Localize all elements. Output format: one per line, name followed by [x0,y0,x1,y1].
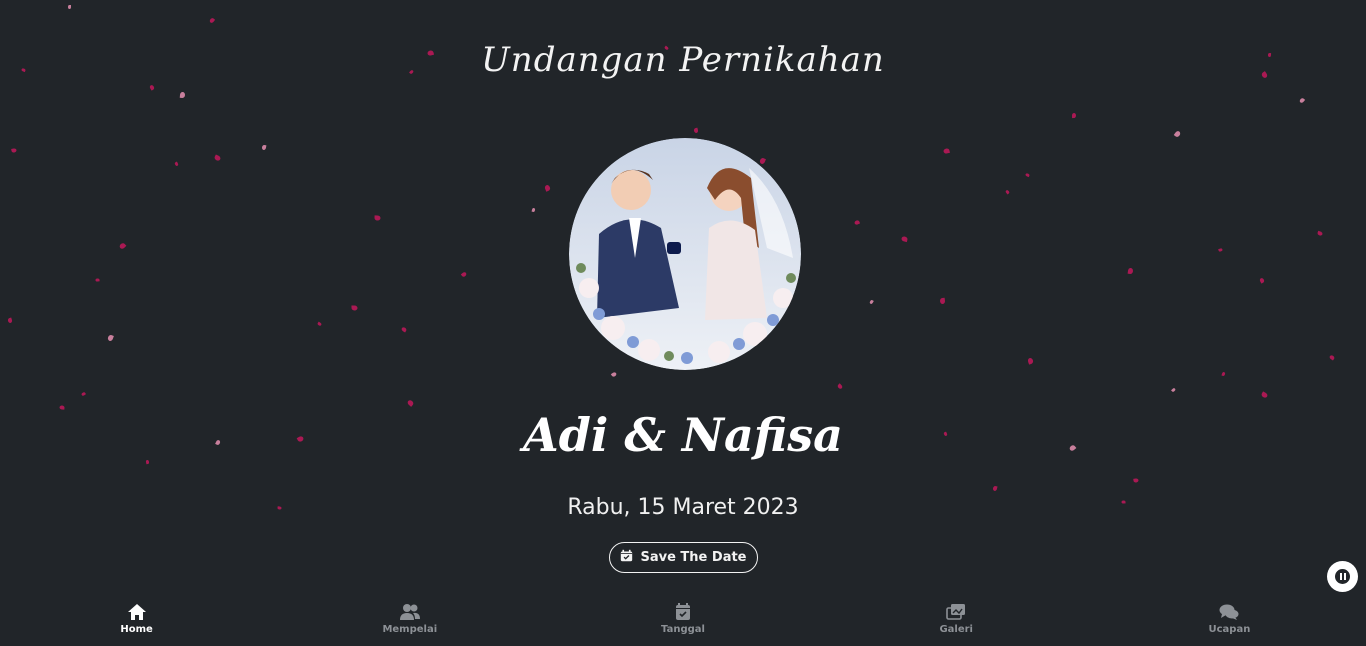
calendar-check-icon [673,603,693,621]
images-icon [946,603,966,621]
page-title: Undangan Pernikahan [481,40,885,80]
petal-decoration [1218,247,1223,253]
nav-item-mempelai[interactable]: Mempelai [273,598,546,646]
petal-decoration [900,235,909,243]
petal-decoration [81,391,86,397]
petal-decoration [107,334,114,342]
petal-decoration [1173,130,1182,138]
couple-illustration [569,138,801,370]
petal-decoration [213,154,222,162]
petal-decoration [1127,267,1134,275]
petal-decoration [261,144,267,151]
petal-decoration [148,84,156,91]
petal-decoration [1298,97,1306,104]
petal-decoration [460,271,468,278]
home-icon [127,603,147,621]
petal-decoration [1316,230,1324,237]
petal-decoration [317,321,322,327]
nav-label-tanggal: Tanggal [661,624,705,635]
petal-decoration [179,91,186,99]
petal-decoration [1171,387,1176,393]
petal-decoration [992,485,998,492]
petal-decoration [351,305,358,311]
nav-item-galeri[interactable]: Galeri [820,598,1093,646]
petal-decoration [95,278,100,282]
save-the-date-button[interactable]: Save The Date [609,542,758,573]
nav-label-mempelai: Mempelai [382,624,438,635]
nav-item-home[interactable]: Home [0,598,273,646]
petal-decoration [11,148,17,153]
pause-icon [1335,569,1350,584]
petal-decoration [853,219,861,226]
petal-decoration [1328,354,1336,361]
petal-decoration [68,5,71,9]
petal-decoration [1005,189,1010,195]
petal-decoration [1260,391,1269,399]
comments-icon [1219,603,1239,621]
petal-decoration [869,299,874,305]
nav-label-galeri: Galeri [939,624,973,635]
petal-decoration [406,399,415,407]
petal-decoration [759,157,766,165]
couple-names: Adi & Nafisa [523,408,843,462]
petal-decoration [693,127,699,134]
petal-decoration [1027,357,1034,365]
petal-decoration [939,297,946,305]
nav-item-tanggal[interactable]: Tanggal [546,598,819,646]
petal-decoration [208,17,216,24]
music-toggle-button[interactable] [1327,561,1358,592]
invitation-page: Undangan Pernikahan Adi & Nafisa Rabu, 1… [0,0,1366,646]
petal-decoration [1133,478,1139,483]
nav-label-ucapan: Ucapan [1208,624,1251,635]
users-icon [399,603,420,621]
petal-decoration [7,317,13,324]
petal-decoration [1025,172,1030,178]
bottom-navigation: Home Mempelai Tanggal Galeri Ucapan [0,598,1366,646]
calendar-check-icon [620,549,633,566]
petal-decoration [544,184,551,192]
save-the-date-label: Save The Date [640,550,747,565]
petal-decoration [943,147,950,155]
petal-decoration [1259,277,1265,284]
petal-decoration [836,383,844,390]
nav-label-home: Home [120,624,153,635]
petal-decoration [531,207,536,213]
petal-decoration [1221,371,1226,377]
petal-decoration [374,215,381,221]
nav-item-ucapan[interactable]: Ucapan [1093,598,1366,646]
petal-decoration [118,242,127,250]
petal-decoration [610,371,618,378]
petal-decoration [400,326,408,333]
wedding-date: Rabu, 15 Maret 2023 [567,495,799,520]
petal-decoration [1071,112,1077,119]
petal-decoration [174,161,179,167]
